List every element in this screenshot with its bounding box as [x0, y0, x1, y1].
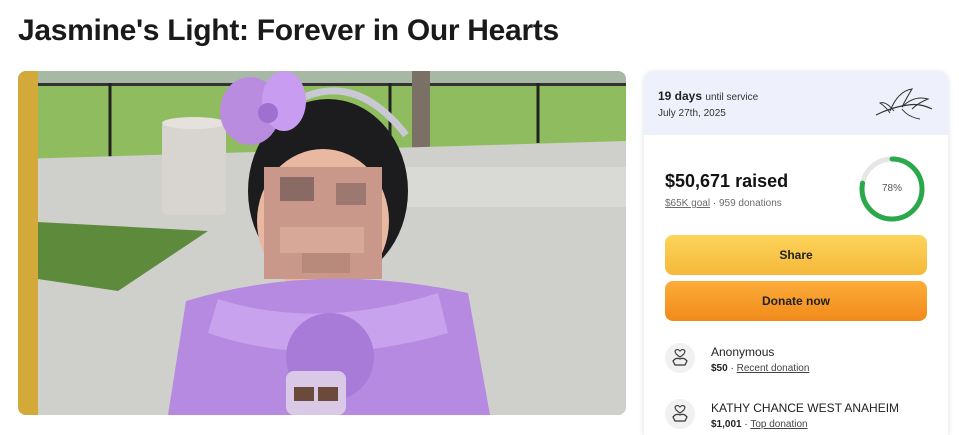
donor-amount: $1,001 [711, 419, 742, 430]
service-date: July 27th, 2025 [658, 108, 726, 119]
donation-card: 19 days until service July 27th, 2025 $5… [644, 71, 948, 435]
donor-item: Anonymous $50 · Recent donation [665, 343, 935, 383]
goal-amount[interactable]: $65K goal [665, 198, 710, 209]
page-title: Jasmine's Light: Forever in Our Hearts [18, 14, 559, 47]
amount-raised: $50,671 raised [665, 171, 789, 191]
donor-separator: · [730, 363, 734, 374]
share-button[interactable]: Share [665, 235, 927, 275]
donor-amount: $50 [711, 363, 728, 374]
goal-summary: $65K goal · 959 donations [665, 198, 782, 209]
donor-name: KATHY CHANCE WEST ANAHEIM [711, 401, 900, 415]
donation-hands-icon [665, 343, 695, 373]
service-days: 19 days [658, 89, 703, 103]
service-until: until service [705, 92, 759, 103]
lily-flower-icon [875, 88, 933, 120]
donor-meta: $1,001 · Top donation [711, 419, 808, 430]
donor-meta: $50 · Recent donation [711, 363, 809, 374]
donate-now-button[interactable]: Donate now [665, 281, 927, 321]
donation-count: 959 donations [718, 198, 782, 209]
progress-percent: 78% [881, 183, 902, 194]
donor-tag-link[interactable]: Top donation [750, 419, 807, 430]
donor-separator: · [744, 419, 748, 430]
donor-tag-link[interactable]: Recent donation [737, 363, 810, 374]
donor-name: Anonymous [711, 345, 775, 359]
goal-separator: · [712, 198, 717, 209]
donation-hands-icon [665, 399, 695, 429]
service-countdown: 19 days until service [658, 89, 758, 103]
donor-item: KATHY CHANCE WEST ANAHEIM $1,001 · Top d… [665, 399, 935, 435]
campaign-photo[interactable] [18, 71, 626, 415]
